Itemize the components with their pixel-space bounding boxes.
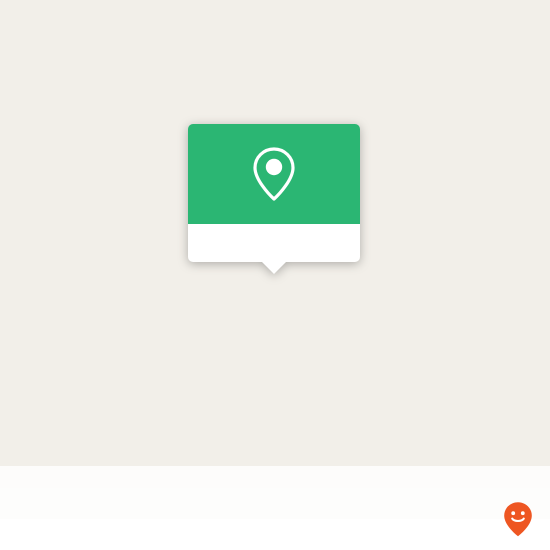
callout-button[interactable] <box>188 224 360 274</box>
footer-map-watermark <box>0 488 550 550</box>
callout-pointer <box>262 262 286 274</box>
take-me-there-callout[interactable] <box>188 124 360 274</box>
moovit-logo[interactable] <box>503 501 550 537</box>
map-pin-icon <box>253 147 295 201</box>
moovit-pin-smiley-icon <box>504 502 532 537</box>
osm-attribution <box>0 466 550 488</box>
moovit-map-screenshot <box>0 0 550 550</box>
footer-bar <box>0 488 550 550</box>
callout-icon-area <box>188 124 360 224</box>
